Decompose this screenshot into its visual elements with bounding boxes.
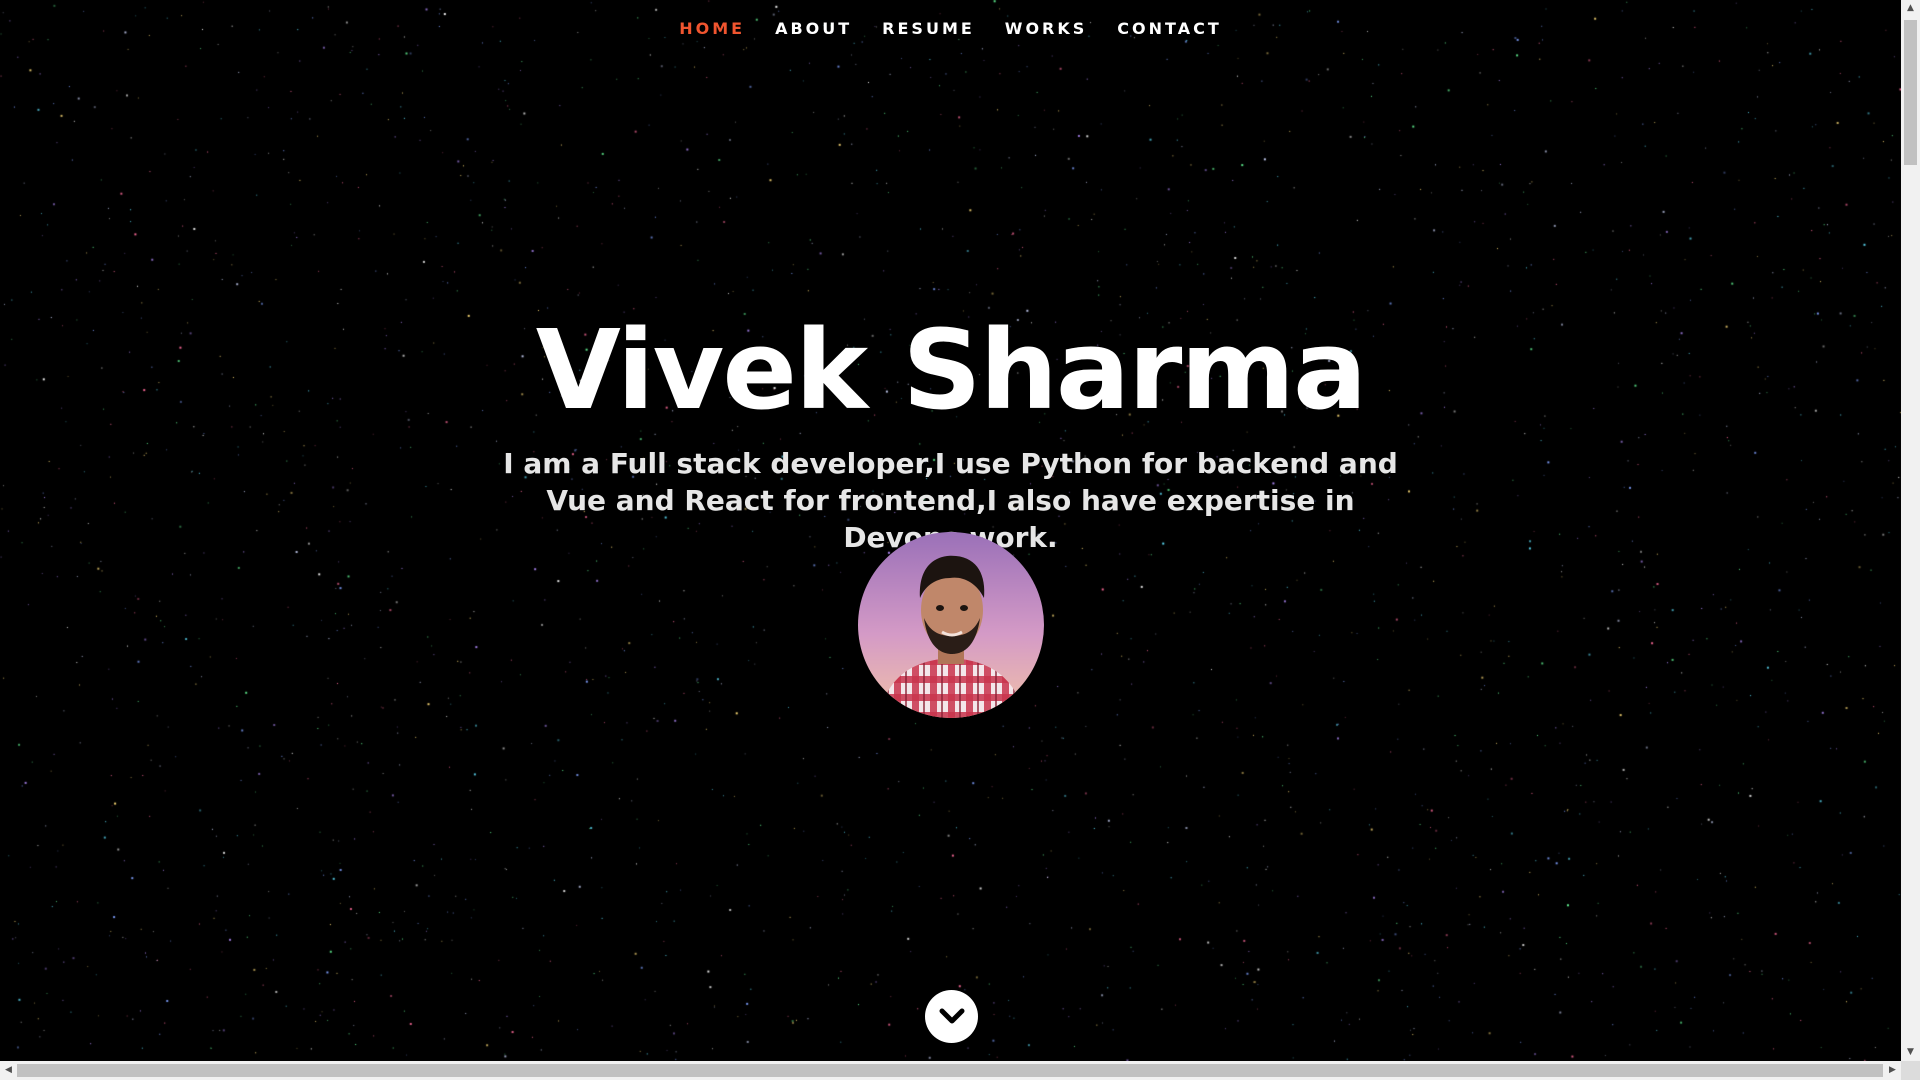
nav-contact[interactable]: CONTACT — [1102, 18, 1236, 40]
nav-works[interactable]: WORKS — [990, 18, 1103, 40]
scroll-up-arrow[interactable]: ▲ — [1901, 0, 1920, 17]
avatar — [858, 532, 1044, 718]
page-viewport: HOME ABOUT RESUME WORKS CONTACT Vivek Sh… — [0, 0, 1901, 1061]
main-nav: HOME ABOUT RESUME WORKS CONTACT — [0, 18, 1901, 40]
vertical-scrollbar[interactable]: ▲ ▼ — [1901, 0, 1920, 1061]
nav-about[interactable]: ABOUT — [760, 18, 867, 40]
horizontal-scroll-thumb[interactable] — [17, 1064, 1883, 1077]
scroll-right-arrow[interactable]: ▶ — [1884, 1061, 1901, 1080]
scroll-down-arrow[interactable]: ▼ — [1901, 1044, 1920, 1061]
profile-photo-icon — [858, 532, 1044, 718]
nav-home[interactable]: HOME — [664, 18, 760, 40]
hero-name: Vivek Sharma — [535, 306, 1368, 434]
nav-resume[interactable]: RESUME — [867, 18, 990, 40]
scroll-down-button[interactable] — [925, 990, 978, 1043]
scrollbar-corner — [1901, 1061, 1920, 1080]
horizontal-scrollbar[interactable]: ◀ ▶ — [0, 1061, 1901, 1080]
chevron-down-icon — [939, 1008, 964, 1023]
vertical-scroll-thumb[interactable] — [1904, 20, 1917, 165]
scroll-left-arrow[interactable]: ◀ — [0, 1061, 17, 1080]
hero-section: Vivek Sharma I am a Full stack developer… — [0, 305, 1901, 556]
